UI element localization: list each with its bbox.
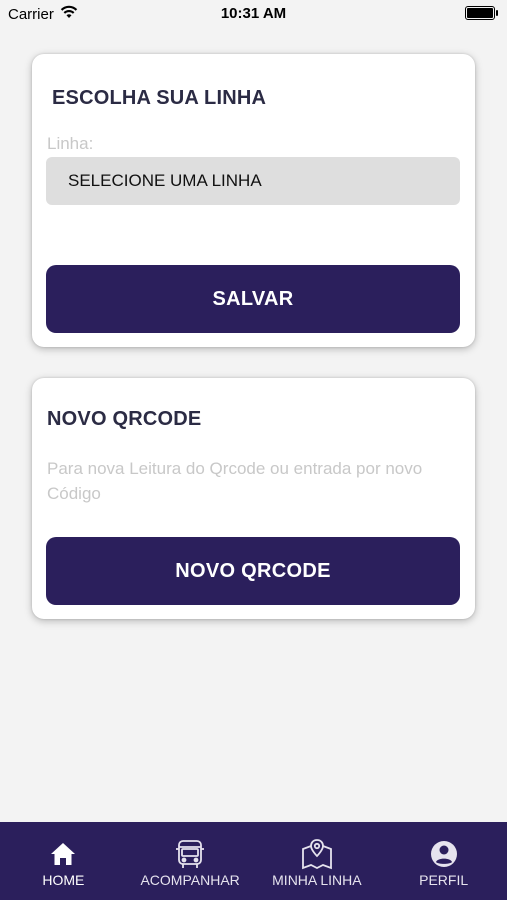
battery-icon — [465, 6, 498, 20]
home-icon — [49, 838, 77, 870]
tab-minha-linha[interactable]: MINHA LINHA — [254, 822, 381, 900]
line-selection-card: ESCOLHA SUA LINHA Linha: SELECIONE UMA L… — [32, 54, 475, 347]
profile-icon — [429, 838, 459, 870]
tab-home-label: HOME — [42, 872, 85, 888]
new-qrcode-button-label: NOVO QRCODE — [175, 559, 331, 582]
tab-minha-linha-label: MINHA LINHA — [272, 872, 362, 888]
clock: 10:31 AM — [220, 5, 287, 22]
new-qrcode-button[interactable]: NOVO QRCODE — [46, 537, 460, 605]
qrcode-card: NOVO QRCODE Para nova Leitura do Qrcode … — [32, 378, 475, 619]
line-select-value: SELECIONE UMA LINHA — [68, 171, 262, 190]
line-select[interactable]: SELECIONE UMA LINHA — [46, 157, 460, 205]
tab-acompanhar-label: ACOMPANHAR — [140, 872, 240, 888]
save-button[interactable]: SALVAR — [46, 265, 460, 333]
tab-home[interactable]: HOME — [0, 822, 127, 900]
tab-bar: HOME ACOMPANHAR MINHA LINHA PERFIL — [0, 822, 507, 900]
status-bar: Carrier 10:31 AM — [0, 0, 507, 30]
tab-acompanhar[interactable]: ACOMPANHAR — [127, 822, 254, 900]
save-button-label: SALVAR — [212, 287, 294, 310]
map-icon — [300, 838, 334, 870]
qrcode-description: Para nova Leitura do Qrcode ou entrada p… — [47, 459, 423, 503]
tab-perfil[interactable]: PERFIL — [380, 822, 507, 900]
tab-perfil-label: PERFIL — [419, 872, 469, 888]
qrcode-card-title: NOVO QRCODE — [47, 408, 202, 430]
bus-icon — [173, 838, 207, 870]
line-field-label: Linha: — [47, 134, 94, 153]
line-card-title: ESCOLHA SUA LINHA — [52, 87, 267, 109]
